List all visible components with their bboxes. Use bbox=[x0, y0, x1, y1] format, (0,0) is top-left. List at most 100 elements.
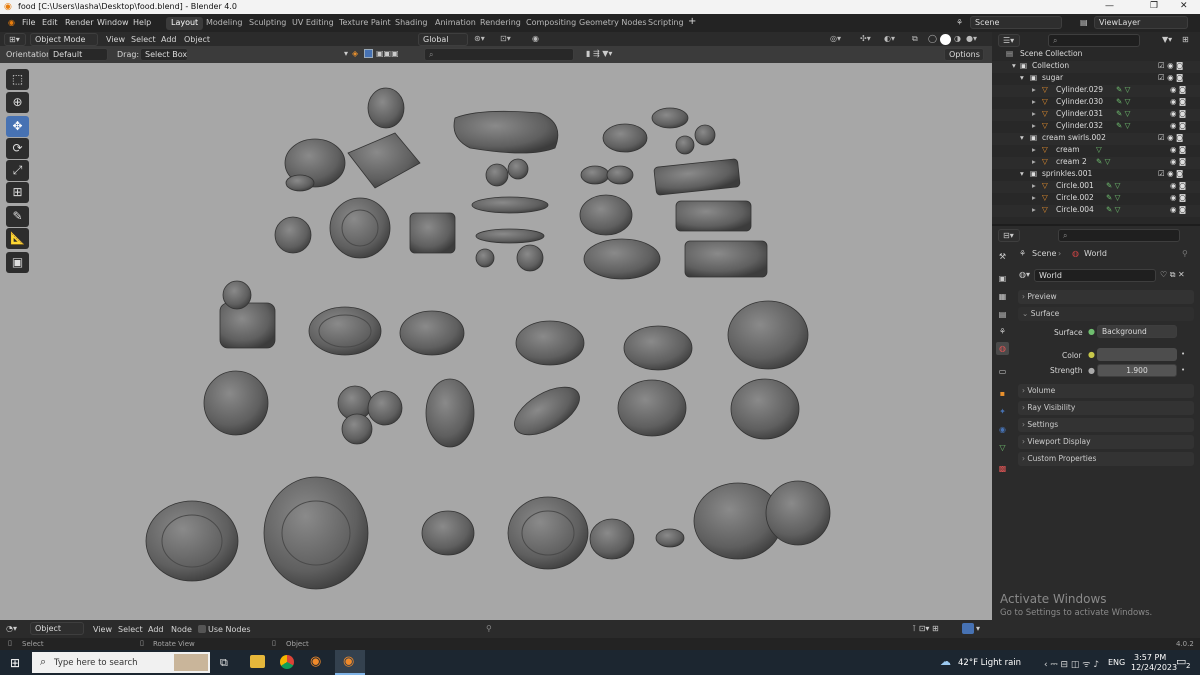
mortar-model[interactable] bbox=[507, 496, 589, 570]
pie-model[interactable] bbox=[727, 300, 809, 370]
close-button[interactable]: ✕ bbox=[1180, 1, 1188, 11]
minimize-button[interactable]: — bbox=[1105, 1, 1114, 11]
tray-icons[interactable]: ‹ ⎓ ⊟ ◫ ᯤ ♪ bbox=[1044, 657, 1099, 670]
outliner-row-object[interactable]: ▸ ▽ Cylinder.032 ✎ ▽ ◉ ◙ bbox=[992, 121, 1200, 133]
file-explorer-icon[interactable] bbox=[250, 655, 265, 668]
noodle-bowl-model[interactable] bbox=[602, 123, 648, 153]
ham-leg-model[interactable] bbox=[617, 379, 687, 437]
tab-geometry-nodes[interactable]: Geometry Nodes bbox=[574, 17, 651, 30]
outliner-row-sprinkles[interactable]: ▾ ▣ sprinkles.001 ☑ ◉ ◙ bbox=[992, 169, 1200, 181]
snap-icon[interactable]: ⊡▾ bbox=[500, 34, 511, 43]
rendered-shading-icon[interactable]: ●▾ bbox=[966, 34, 977, 43]
pie-plate-model[interactable] bbox=[145, 500, 239, 582]
fish-2-model[interactable] bbox=[475, 228, 545, 244]
editor-type-icon[interactable]: ◔▾ bbox=[6, 624, 17, 633]
tab-sculpting[interactable]: Sculpting bbox=[244, 17, 291, 30]
outliner-row-object[interactable]: ▸ ▽ Circle.001 ✎ ▽ ◉ ◙ bbox=[992, 181, 1200, 193]
dinner-plate-model[interactable] bbox=[515, 320, 585, 366]
properties-editor-icon[interactable]: ⊟▾ bbox=[998, 229, 1020, 242]
menu-help[interactable]: Help bbox=[133, 18, 151, 27]
visibility-eye-icon[interactable]: ◉ ◙ bbox=[1170, 121, 1186, 130]
weather-text[interactable]: 42°F Light rain bbox=[958, 658, 1021, 668]
chrome-icon[interactable] bbox=[280, 655, 294, 669]
visibility-eye-icon[interactable]: ◉ ◙ bbox=[1170, 109, 1186, 118]
outliner-row-sugar[interactable]: ▾ ▣ sugar ☑ ◉ ◙ bbox=[992, 73, 1200, 85]
dumpling-plate-model[interactable] bbox=[421, 510, 475, 556]
windows-start-icon[interactable]: ⊞ bbox=[10, 656, 20, 670]
view-layer-selector[interactable]: ViewLayer bbox=[1094, 16, 1188, 29]
panel-viewport-display[interactable]: › Viewport Display bbox=[1018, 435, 1194, 449]
outliner-row-object[interactable]: ▸ ▽ cream 2 ✎ ▽ ◉ ◙ bbox=[992, 157, 1200, 169]
cupcake-model[interactable] bbox=[219, 302, 276, 349]
muffin-3-model[interactable] bbox=[341, 413, 373, 445]
collapse-icon[interactable]: ▾ bbox=[344, 49, 348, 58]
render-tab-icon[interactable]: ▣ bbox=[996, 272, 1009, 285]
panel-settings[interactable]: › Settings bbox=[1018, 418, 1194, 432]
scene-selector[interactable]: Scene bbox=[970, 16, 1062, 29]
menu-add[interactable]: Add bbox=[161, 35, 177, 44]
select-extend-icon[interactable]: ▣▣▣ bbox=[376, 49, 399, 58]
menu-render[interactable]: Render bbox=[65, 18, 93, 27]
panel-surface[interactable]: ⌄ Surface bbox=[1018, 307, 1194, 321]
fake-user-icon[interactable]: ♡ ⧉ ✕ bbox=[1160, 270, 1185, 280]
small-bowl-model[interactable] bbox=[580, 165, 610, 185]
surface-shader-field[interactable]: Background bbox=[1097, 325, 1177, 338]
tab-shading[interactable]: Shading bbox=[390, 17, 433, 30]
language-indicator[interactable]: ENG bbox=[1108, 658, 1125, 667]
world-color-swatch[interactable] bbox=[1097, 348, 1177, 361]
visibility-eye-icon[interactable]: ◉ ◙ bbox=[1170, 145, 1186, 154]
pudding-plate-model[interactable] bbox=[308, 306, 382, 356]
drag-selector[interactable]: Select Box bbox=[140, 48, 188, 61]
material-shading-icon[interactable]: ◑ bbox=[954, 34, 961, 43]
collapse-icon[interactable]: ▾ bbox=[1020, 169, 1024, 178]
add-workspace-button[interactable]: + bbox=[688, 16, 696, 27]
cake-slice-model[interactable] bbox=[347, 132, 421, 189]
outliner-row-object[interactable]: ▸ ▽ Cylinder.029 ✎ ▽ ◉ ◙ bbox=[992, 85, 1200, 97]
pin-icon[interactable]: ⚲ bbox=[1182, 249, 1188, 258]
cutting-board-model[interactable] bbox=[453, 110, 559, 154]
muffin-2-model[interactable] bbox=[367, 390, 403, 426]
jelly-dessert-model[interactable] bbox=[367, 87, 405, 129]
visibility-eye-icon[interactable]: ◉ ◙ bbox=[1170, 181, 1186, 190]
pivot-icon[interactable]: ⊛▾ bbox=[474, 34, 485, 43]
expand-icon[interactable]: ▸ bbox=[1032, 181, 1036, 190]
round-pot-model[interactable] bbox=[765, 480, 831, 546]
strength-field[interactable]: 1.900 bbox=[1097, 364, 1177, 377]
visibility-eye-icon[interactable]: ◉ ◙ bbox=[1170, 205, 1186, 214]
menu-object[interactable]: Object bbox=[184, 35, 210, 44]
mooncake-model[interactable] bbox=[329, 197, 391, 259]
expand-icon[interactable]: ▸ bbox=[1032, 157, 1036, 166]
scene-tab-icon[interactable]: ⚘ bbox=[996, 325, 1009, 338]
apple-2-model[interactable] bbox=[675, 135, 695, 155]
texture-tab-icon[interactable]: ▩ bbox=[996, 462, 1009, 475]
round-cake-model[interactable] bbox=[203, 370, 269, 436]
donut-model[interactable] bbox=[274, 216, 312, 254]
menu-select[interactable]: Select bbox=[118, 625, 143, 634]
cup-model[interactable] bbox=[475, 248, 495, 268]
menu-add[interactable]: Add bbox=[148, 625, 164, 634]
tray-model[interactable] bbox=[653, 158, 741, 196]
tab-texture-paint[interactable]: Texture Paint bbox=[334, 17, 396, 30]
expand-icon[interactable]: ▸ bbox=[1032, 97, 1036, 106]
modifier-tab-icon[interactable]: ✦ bbox=[996, 405, 1009, 418]
orientation-selector[interactable]: Default bbox=[48, 48, 108, 61]
layer-cake-model[interactable] bbox=[409, 212, 456, 254]
view-layer-tab-icon[interactable]: ▤ bbox=[996, 308, 1009, 321]
outliner-row-object[interactable]: ▸ ▽ Cylinder.030 ✎ ▽ ◉ ◙ bbox=[992, 97, 1200, 109]
jar-model[interactable] bbox=[507, 158, 529, 180]
expand-icon[interactable]: ▸ bbox=[1032, 109, 1036, 118]
tab-animation[interactable]: Animation bbox=[430, 17, 481, 30]
sausages-model[interactable] bbox=[507, 377, 587, 444]
wireframe-shading-icon[interactable]: ◯ bbox=[928, 34, 937, 43]
checkbox-icon[interactable]: ☑ ◉ ◙ bbox=[1158, 73, 1183, 82]
filter-icon[interactable]: ▼▾ bbox=[1162, 35, 1172, 44]
roast-chicken-plate-model[interactable] bbox=[399, 310, 465, 356]
buns-model[interactable] bbox=[579, 194, 633, 236]
gizmo-icon[interactable]: ✣▾ bbox=[860, 34, 871, 43]
menu-edit[interactable]: Edit bbox=[42, 18, 58, 27]
bowl-plate-model[interactable] bbox=[623, 325, 693, 371]
bookmark-icon[interactable]: ▮ ⇶ ▼▾ bbox=[586, 49, 612, 58]
clock-time[interactable]: 3:57 PM bbox=[1134, 653, 1166, 662]
proportional-edit-icon[interactable]: ◉ bbox=[532, 34, 539, 43]
use-nodes-checkbox[interactable] bbox=[198, 625, 206, 633]
